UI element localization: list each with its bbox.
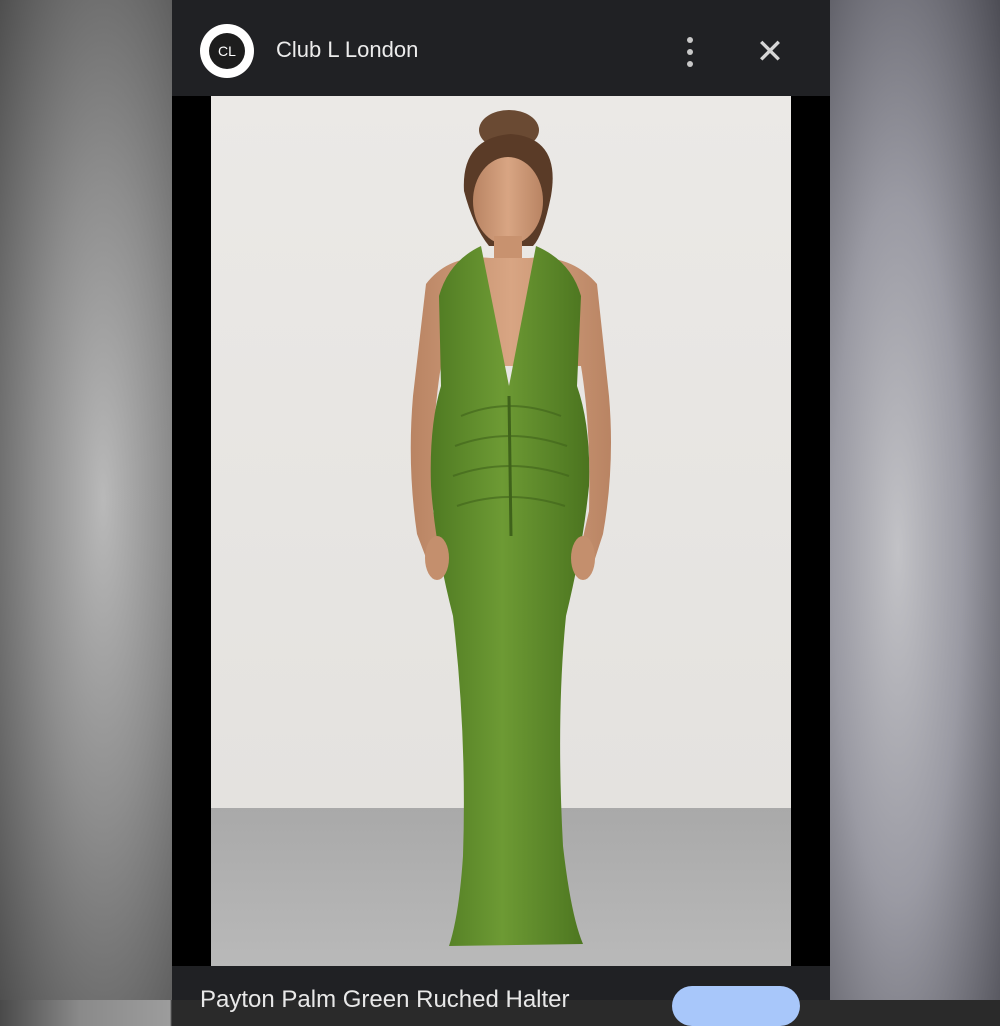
left-hand	[425, 536, 449, 580]
product-image[interactable]	[211, 96, 791, 966]
more-options-button[interactable]	[674, 34, 706, 70]
face	[473, 157, 543, 245]
model-illustration	[410, 110, 611, 946]
visit-button[interactable]	[672, 986, 800, 1026]
background-left	[0, 0, 172, 1000]
right-hand	[571, 536, 595, 580]
more-vert-icon-dot	[687, 61, 693, 67]
background-right	[830, 0, 1000, 1000]
caption-bar: Payton Palm Green Ruched Halter	[172, 966, 830, 1026]
logo-text: CL	[209, 33, 245, 69]
viewer-header: CL Club L London ✕	[172, 0, 830, 96]
close-button[interactable]: ✕	[752, 34, 788, 70]
product-title[interactable]: Payton Palm Green Ruched Halter	[200, 986, 570, 1014]
more-vert-icon	[687, 37, 693, 43]
site-name[interactable]: Club L London	[276, 36, 418, 64]
more-vert-icon-dot	[687, 49, 693, 55]
image-viewer-panel: CL Club L London ✕ Payton Palm Green Ruc…	[172, 0, 830, 1026]
close-icon: ✕	[755, 33, 785, 71]
site-logo[interactable]: CL	[200, 24, 254, 78]
